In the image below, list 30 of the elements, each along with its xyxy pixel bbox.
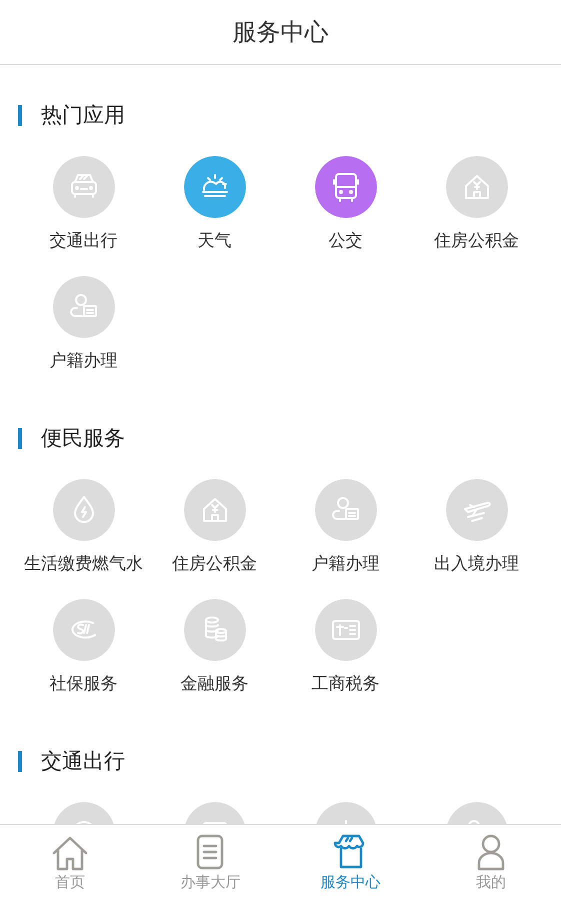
section-marker bbox=[18, 428, 22, 448]
app-label[interactable]: 户籍办理 bbox=[50, 349, 118, 373]
section-title: 便民服务 bbox=[41, 425, 125, 452]
tax-card-icon[interactable] bbox=[314, 599, 376, 661]
section-title: 热门应用 bbox=[41, 102, 125, 129]
section-marker bbox=[18, 104, 22, 126]
app-label[interactable]: 工商税务 bbox=[312, 672, 380, 696]
tab[interactable]: 服务中心 bbox=[280, 825, 421, 900]
app-label[interactable]: 生活缴费燃气水 bbox=[24, 552, 143, 576]
section-marker bbox=[18, 750, 22, 772]
bus-icon[interactable] bbox=[314, 156, 376, 218]
app-label[interactable]: 公交 bbox=[328, 229, 362, 253]
app-label[interactable]: 金融服务 bbox=[180, 672, 248, 696]
car-icon[interactable] bbox=[52, 156, 114, 218]
app-label[interactable]: 住房公积金 bbox=[434, 229, 519, 253]
app-label[interactable]: 出入境办理 bbox=[434, 552, 519, 576]
section-title: 交通出行 bbox=[41, 748, 125, 775]
house-icon[interactable] bbox=[446, 156, 508, 218]
weather-icon[interactable] bbox=[184, 156, 246, 218]
app-label[interactable]: 社保服务 bbox=[50, 672, 118, 696]
house-icon[interactable] bbox=[184, 479, 246, 541]
page-title: 服务中心 bbox=[232, 17, 328, 48]
app-label[interactable]: 天气 bbox=[198, 229, 232, 253]
plane-icon[interactable] bbox=[446, 479, 508, 541]
water-drop-icon[interactable] bbox=[52, 479, 114, 541]
app-label[interactable]: 住房公积金 bbox=[172, 552, 257, 576]
app-label[interactable]: 交通出行 bbox=[50, 229, 118, 253]
coins-icon[interactable] bbox=[184, 599, 246, 661]
app-label[interactable]: 户籍办理 bbox=[312, 552, 380, 576]
social-security-icon[interactable] bbox=[52, 599, 114, 661]
